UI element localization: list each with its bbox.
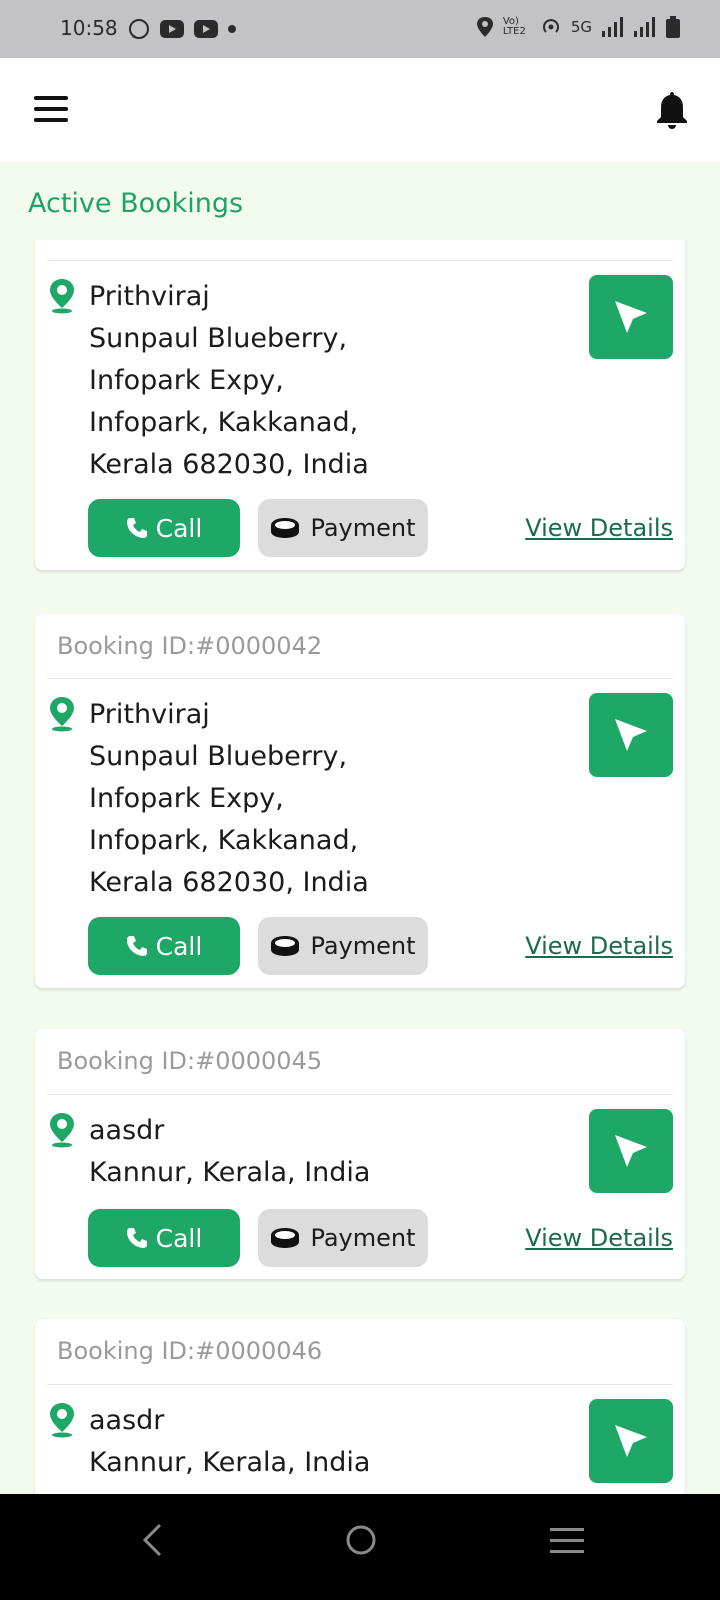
volte-label: Vo) LTE2 bbox=[502, 16, 526, 37]
status-bar: 10:58 Vo) LTE2 5G bbox=[0, 0, 720, 58]
call-button[interactable]: Call bbox=[88, 1209, 240, 1267]
navigation-arrow-icon bbox=[615, 719, 647, 751]
payment-button[interactable]: Payment bbox=[258, 1209, 428, 1267]
payment-label: Payment bbox=[310, 932, 416, 960]
system-nav-bar bbox=[0, 1494, 720, 1600]
navigate-button[interactable] bbox=[589, 1109, 673, 1193]
payment-button[interactable]: Payment bbox=[258, 499, 428, 557]
payment-icon bbox=[271, 936, 300, 956]
customer-name: Prithviraj bbox=[89, 699, 210, 730]
dot-icon bbox=[228, 25, 236, 33]
location-pin-icon bbox=[50, 279, 74, 314]
navigate-button[interactable] bbox=[589, 693, 673, 777]
address-line: Kerala 682030, India bbox=[89, 867, 369, 898]
phone-icon bbox=[126, 518, 147, 538]
navigate-button[interactable] bbox=[589, 275, 673, 359]
page-title: Active Bookings bbox=[28, 188, 244, 219]
view-details-link[interactable]: View Details bbox=[525, 514, 673, 542]
booking-card: Booking ID:#0000046 aasdr Kannur, Kerala… bbox=[35, 1319, 685, 1494]
phone-icon bbox=[126, 1228, 147, 1248]
signal-icon-2 bbox=[634, 17, 655, 37]
address-line: Sunpaul Blueberry, bbox=[89, 741, 348, 772]
address-line: Infopark, Kakkanad, bbox=[89, 825, 359, 856]
navigate-button[interactable] bbox=[589, 1399, 673, 1483]
home-icon[interactable] bbox=[345, 1524, 377, 1556]
location-pin-icon bbox=[50, 697, 74, 732]
booking-id: Booking ID:#0000042 bbox=[57, 632, 323, 660]
location-pin-icon bbox=[50, 1403, 74, 1438]
whatsapp-icon bbox=[129, 19, 149, 39]
address-line: Kannur, Kerala, India bbox=[89, 1447, 371, 1478]
customer-name: Prithviraj bbox=[89, 281, 210, 312]
customer-name: aasdr bbox=[89, 1405, 165, 1436]
booking-address: aasdr Kannur, Kerala, India bbox=[89, 1110, 370, 1194]
call-label: Call bbox=[155, 513, 203, 543]
navigation-arrow-icon bbox=[615, 1135, 647, 1167]
booking-address: aasdr Kannur, Kerala, India bbox=[89, 1400, 370, 1484]
payment-label: Payment bbox=[310, 1224, 416, 1252]
address-line: Kannur, Kerala, India bbox=[89, 1157, 371, 1188]
recents-icon[interactable] bbox=[550, 1528, 584, 1554]
call-button[interactable]: Call bbox=[88, 917, 240, 975]
payment-icon bbox=[271, 1228, 300, 1248]
view-details-link[interactable]: View Details bbox=[525, 1224, 673, 1252]
address-line: Kerala 682030, India bbox=[89, 449, 369, 480]
address-line: Infopark Expy, bbox=[89, 783, 284, 814]
payment-icon bbox=[271, 518, 300, 538]
booking-card: Prithviraj Sunpaul Blueberry, Infopark E… bbox=[35, 240, 685, 570]
app-header bbox=[0, 58, 720, 162]
phone-icon bbox=[126, 936, 147, 956]
bell-icon[interactable] bbox=[654, 90, 690, 130]
status-time: 10:58 bbox=[60, 16, 118, 40]
booking-address: Prithviraj Sunpaul Blueberry, Infopark E… bbox=[89, 694, 369, 904]
booking-address: Prithviraj Sunpaul Blueberry, Infopark E… bbox=[89, 276, 369, 486]
payment-label: Payment bbox=[310, 514, 416, 542]
battery-icon bbox=[666, 16, 680, 38]
hamburger-menu-icon[interactable] bbox=[34, 96, 68, 122]
hotspot-icon bbox=[542, 19, 559, 33]
youtube-icon-2 bbox=[194, 20, 218, 38]
navigation-arrow-icon bbox=[615, 301, 647, 333]
address-line: Infopark, Kakkanad, bbox=[89, 407, 359, 438]
network-type: 5G bbox=[570, 18, 592, 36]
back-icon[interactable] bbox=[140, 1522, 164, 1558]
booking-id: Booking ID:#0000045 bbox=[57, 1047, 323, 1075]
address-line: Infopark Expy, bbox=[89, 365, 284, 396]
booking-card: Booking ID:#0000045 aasdr Kannur, Kerala… bbox=[35, 1029, 685, 1279]
customer-name: aasdr bbox=[89, 1115, 165, 1146]
call-label: Call bbox=[155, 931, 203, 961]
navigation-arrow-icon bbox=[615, 1425, 647, 1457]
youtube-icon bbox=[160, 20, 184, 38]
payment-button[interactable]: Payment bbox=[258, 917, 428, 975]
view-details-link[interactable]: View Details bbox=[525, 932, 673, 960]
signal-icon bbox=[602, 17, 623, 37]
address-line: Sunpaul Blueberry, bbox=[89, 323, 348, 354]
booking-card: Booking ID:#0000042 Prithviraj Sunpaul B… bbox=[35, 614, 685, 988]
call-label: Call bbox=[155, 1223, 203, 1253]
location-pin-icon bbox=[50, 1113, 74, 1148]
bookings-list[interactable]: Prithviraj Sunpaul Blueberry, Infopark E… bbox=[0, 240, 720, 1494]
call-button[interactable]: Call bbox=[88, 499, 240, 557]
location-icon bbox=[476, 17, 493, 37]
booking-id: Booking ID:#0000046 bbox=[57, 1337, 323, 1365]
